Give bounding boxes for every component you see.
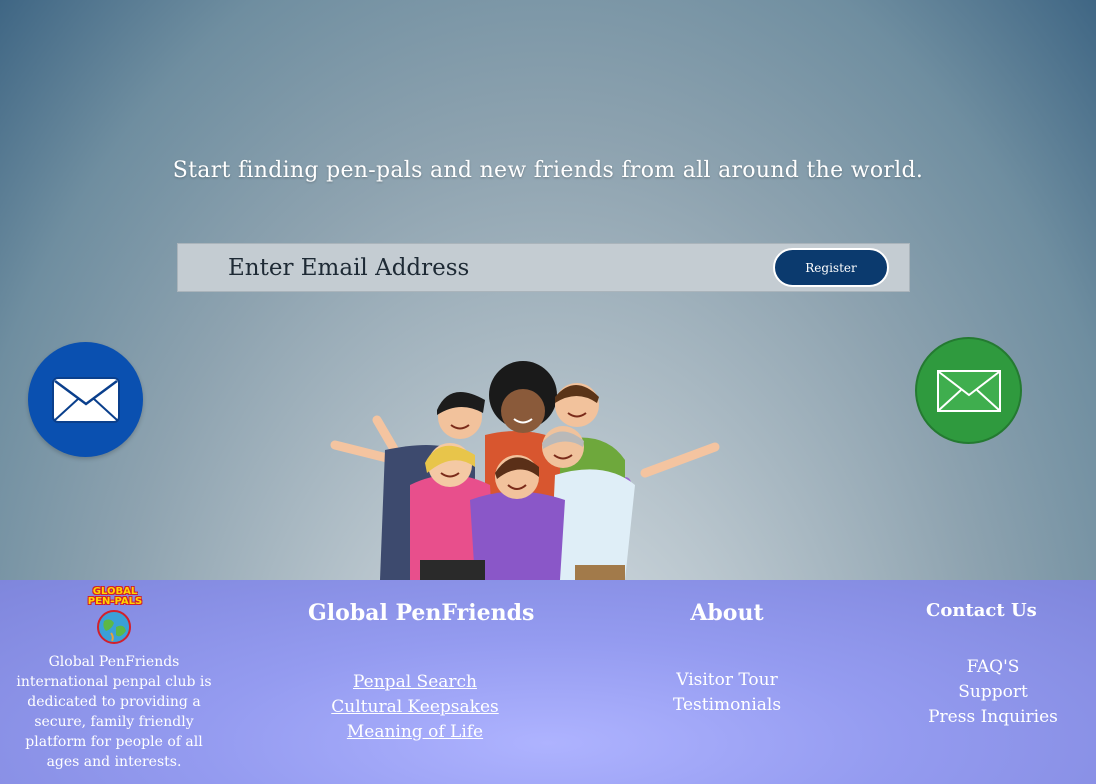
logo-line-2: PEN-PALS	[87, 596, 143, 607]
globe-icon	[97, 610, 131, 644]
footer-heading-contact-us: Contact Us	[926, 600, 1037, 621]
mail-button-right[interactable]	[915, 337, 1022, 444]
global-pen-pals-logo[interactable]: GLOBAL PEN-PALS	[84, 585, 146, 645]
hero-tagline: Start finding pen-pals and new friends f…	[172, 158, 924, 183]
footer-link-support[interactable]: Support	[923, 680, 1063, 705]
mail-button-left[interactable]	[28, 342, 143, 457]
footer-link-testimonials[interactable]: Testimonials	[662, 693, 792, 718]
signup-form: Register	[177, 243, 910, 292]
footer-link-penpal-search[interactable]: Penpal Search	[330, 670, 500, 695]
footer-link-meaning-of-life[interactable]: Meaning of Life	[330, 720, 500, 745]
footer-link-visitor-tour[interactable]: Visitor Tour	[662, 668, 792, 693]
footer-link-press-inquiries[interactable]: Press Inquiries	[923, 705, 1063, 730]
footer-heading-global-penfriends: Global PenFriends	[308, 600, 535, 626]
envelope-icon	[51, 376, 120, 423]
footer-heading-about: About	[690, 600, 764, 626]
footer-links-contact: FAQ'S Support Press Inquiries	[923, 655, 1063, 730]
footer-link-cultural-keepsakes[interactable]: Cultural Keepsakes	[330, 695, 500, 720]
register-button[interactable]: Register	[773, 248, 889, 287]
friends-illustration	[330, 361, 720, 580]
footer-about-text: Global PenFriends international penpal c…	[16, 654, 212, 770]
footer-links-global-penfriends: Penpal Search Cultural Keepsakes Meaning…	[330, 670, 500, 745]
hero-section: Start finding pen-pals and new friends f…	[0, 0, 1096, 580]
email-input[interactable]	[228, 244, 748, 291]
footer-link-faqs[interactable]: FAQ'S	[923, 655, 1063, 680]
site-footer: GLOBAL PEN-PALS Global PenFriends intern…	[0, 580, 1096, 784]
footer-links-about: Visitor Tour Testimonials	[662, 668, 792, 718]
envelope-icon	[936, 369, 1001, 412]
